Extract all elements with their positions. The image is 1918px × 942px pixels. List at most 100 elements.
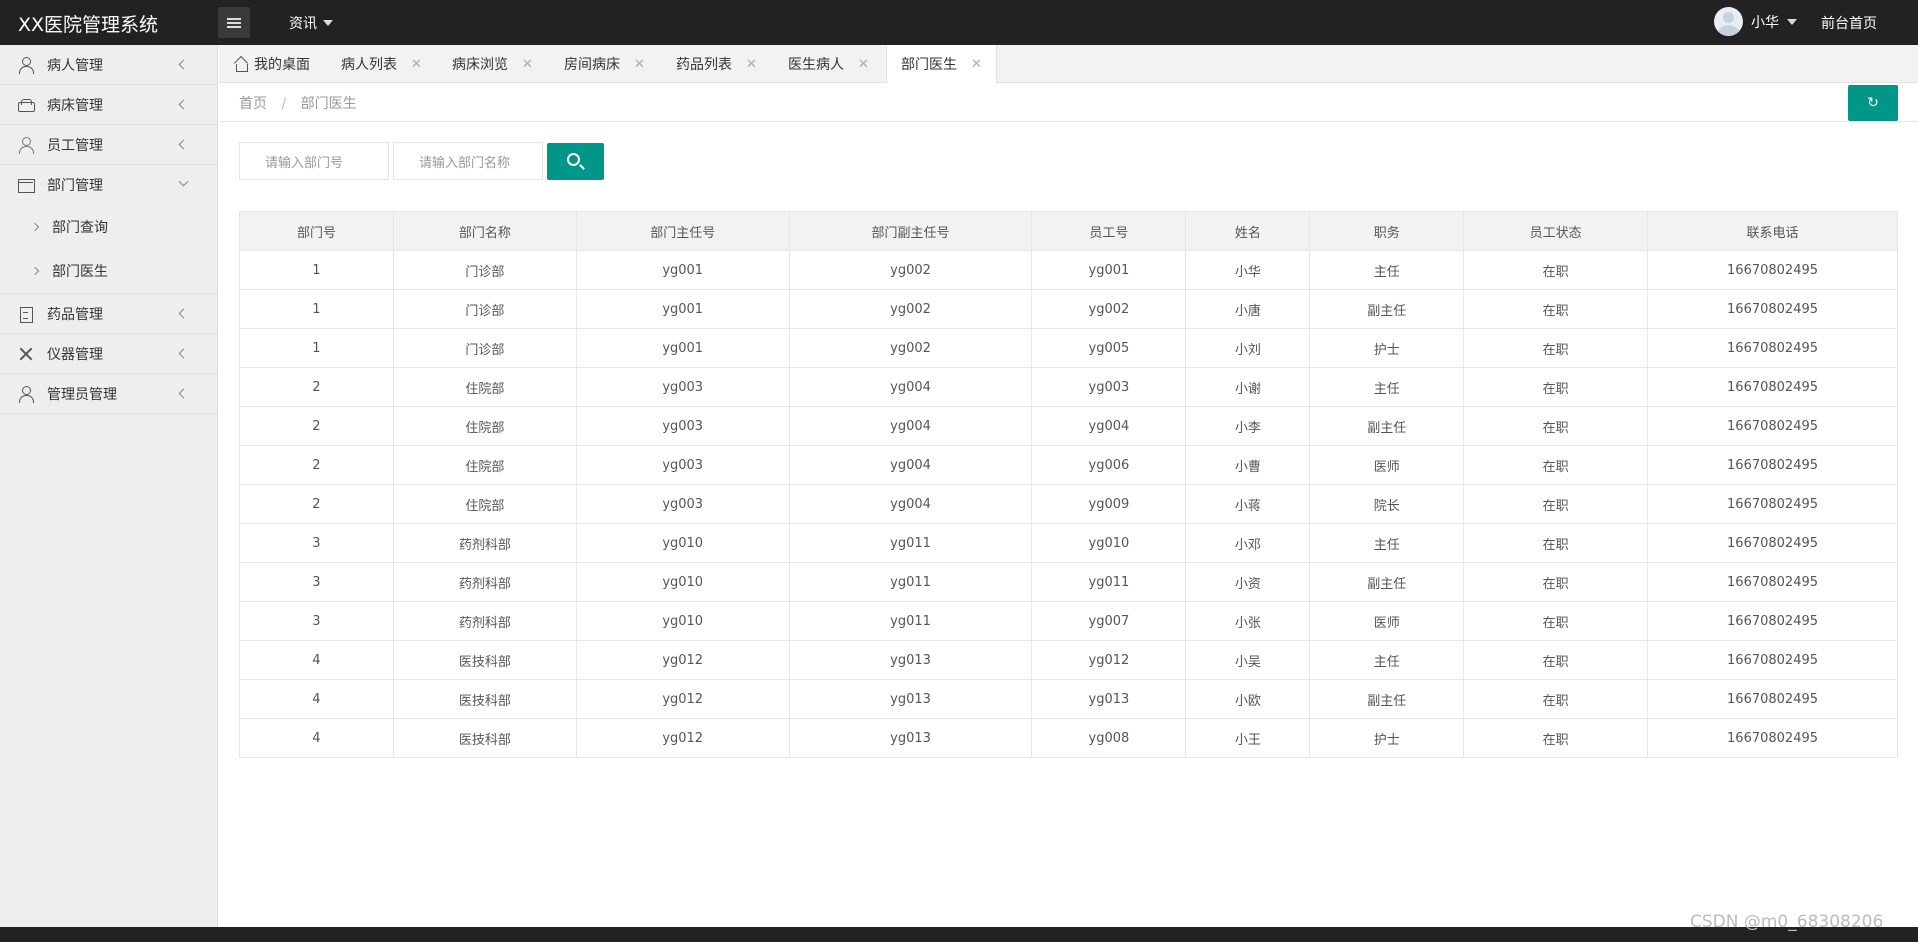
column-header: 联系电话 [1647, 211, 1898, 251]
table-cell: 小李 [1185, 406, 1311, 446]
sidebar-item-staff[interactable]: 员工管理 [0, 125, 217, 165]
column-header: 员工号 [1031, 211, 1187, 251]
tab-doctor-patients[interactable]: 医生病人 ✕ [788, 45, 869, 83]
user-name: 小华 [1751, 14, 1779, 31]
close-icon[interactable]: ✕ [634, 57, 645, 72]
table-cell: 在职 [1463, 679, 1649, 719]
close-icon[interactable]: ✕ [411, 57, 422, 72]
table-cell: 小华 [1185, 250, 1311, 290]
table-cell: 住院部 [392, 367, 577, 407]
close-icon[interactable]: ✕ [522, 57, 533, 72]
sidebar-item-departments[interactable]: 部门管理 [0, 165, 217, 205]
chevron-left-icon [178, 59, 189, 70]
table-cell: 在职 [1463, 484, 1649, 524]
breadcrumb-separator: / [281, 96, 287, 112]
chevron-left-icon [178, 308, 189, 319]
table-cell: 在职 [1463, 718, 1649, 758]
sidebar-item-drugs[interactable]: 药品管理 [0, 294, 217, 334]
dept-no-input[interactable]: 请输入部门号 [239, 142, 389, 180]
sidebar-subitem-dept-query[interactable]: 部门查询 [0, 205, 217, 249]
dept-doctor-table: 部门号 部门名称 部门主任号 部门副主任号 员工号 姓名 职务 员工状态 联系电话 1 门诊部 yg… [239, 211, 1898, 758]
table-cell: 小唐 [1185, 289, 1311, 329]
tool-icon [18, 346, 34, 362]
table-cell: 医师 [1309, 445, 1465, 485]
table-cell: yg011 [788, 523, 1033, 563]
refresh-button[interactable]: ↻ [1848, 85, 1898, 121]
chevron-left-icon [178, 99, 189, 110]
tab-label: 部门医生 [901, 57, 957, 73]
sidebar-item-instruments[interactable]: 仪器管理 [0, 334, 217, 374]
dept-icon [18, 177, 35, 193]
column-header: 部门名称 [392, 211, 577, 251]
table-cell: yg012 [575, 640, 790, 680]
tab-bed-browse[interactable]: 病床浏览 ✕ [452, 45, 533, 83]
table-cell: 在职 [1463, 250, 1649, 290]
table-cell: 在职 [1463, 445, 1649, 485]
table-cell: 16670802495 [1647, 406, 1898, 446]
table-cell: 医师 [1309, 601, 1465, 641]
chevron-right-icon [30, 222, 40, 232]
breadcrumb-bar: 首页 / 部门医生 ↻ [219, 83, 1918, 122]
table-cell: yg001 [575, 328, 790, 368]
column-header: 职务 [1309, 211, 1465, 251]
close-icon[interactable]: ✕ [746, 57, 757, 72]
table-cell: 16670802495 [1647, 601, 1898, 641]
person-icon [18, 56, 34, 74]
close-icon[interactable]: ✕ [971, 57, 982, 72]
table-row: 4 医技科部 yg012 yg013 yg013 小欧 副主任 在职 16670802495 [239, 679, 1898, 719]
app-logo: XX医院管理系统 [18, 14, 159, 36]
bed-icon [18, 97, 35, 113]
table-cell: yg004 [788, 484, 1033, 524]
table-cell: 小王 [1185, 718, 1311, 758]
nav-info-label: 资讯 [289, 16, 317, 32]
table-cell: 4 [239, 679, 394, 719]
search-button[interactable] [547, 143, 604, 180]
sidebar-item-patients[interactable]: 病人管理 [0, 45, 217, 85]
admin-icon [18, 385, 34, 403]
sidebar-item-admins[interactable]: 管理员管理 [0, 374, 217, 414]
front-home-link[interactable]: 前台首页 [1821, 13, 1877, 33]
breadcrumb: 首页 / 部门医生 [239, 93, 357, 113]
column-header: 员工状态 [1463, 211, 1649, 251]
table-cell: yg003 [575, 445, 790, 485]
close-icon[interactable]: ✕ [858, 57, 869, 72]
tab-label: 病人列表 [341, 57, 397, 73]
table-cell: yg011 [788, 601, 1033, 641]
table-row: 3 药剂科部 yg010 yg011 yg011 小资 副主任 在职 16670802495 [239, 562, 1898, 602]
table-cell: 小蒋 [1185, 484, 1311, 524]
table-cell: 小张 [1185, 601, 1311, 641]
table-cell: 副主任 [1309, 679, 1465, 719]
table-cell: yg004 [788, 367, 1033, 407]
watermark: CSDN @m0_68308206 [1690, 912, 1884, 932]
sidebar-item-beds[interactable]: 病床管理 [0, 85, 217, 125]
table-cell: 护士 [1309, 328, 1465, 368]
dept-name-input[interactable]: 请输入部门名称 [393, 142, 543, 180]
table-cell: yg009 [1031, 484, 1187, 524]
table-cell: 在职 [1463, 289, 1649, 329]
table-cell: yg002 [1031, 289, 1187, 329]
tab-drug-list[interactable]: 药品列表 ✕ [676, 45, 757, 83]
tab-label: 我的桌面 [254, 57, 310, 73]
table-cell: 在职 [1463, 367, 1649, 407]
tab-room-beds[interactable]: 房间病床 ✕ [564, 45, 645, 83]
table-cell: yg003 [575, 484, 790, 524]
table-cell: 2 [239, 445, 394, 485]
sidebar-subitem-dept-doctors[interactable]: 部门医生 [0, 249, 217, 293]
tab-my-desktop[interactable]: 我的桌面 [234, 45, 310, 83]
hamburger-icon [227, 17, 241, 28]
table-row: 2 住院部 yg003 yg004 yg004 小李 副主任 在职 16670802495 [239, 406, 1898, 446]
home-icon [234, 58, 248, 72]
sidebar-item-label: 员工管理 [47, 137, 103, 154]
table-cell: 4 [239, 718, 394, 758]
nav-info-dropdown[interactable]: 资讯 [289, 13, 333, 33]
table-cell: 1 [239, 328, 394, 368]
tab-dept-doctors[interactable]: 部门医生 ✕ [886, 45, 997, 83]
table-cell: yg004 [788, 406, 1033, 446]
tab-patient-list[interactable]: 病人列表 ✕ [341, 45, 422, 83]
user-menu[interactable]: 小华 [1714, 7, 1797, 36]
breadcrumb-home[interactable]: 首页 [239, 96, 267, 112]
table-cell: yg004 [788, 445, 1033, 485]
table-cell: 在职 [1463, 562, 1649, 602]
menu-toggle-button[interactable] [218, 7, 250, 38]
sidebar-item-label: 仪器管理 [47, 346, 103, 363]
